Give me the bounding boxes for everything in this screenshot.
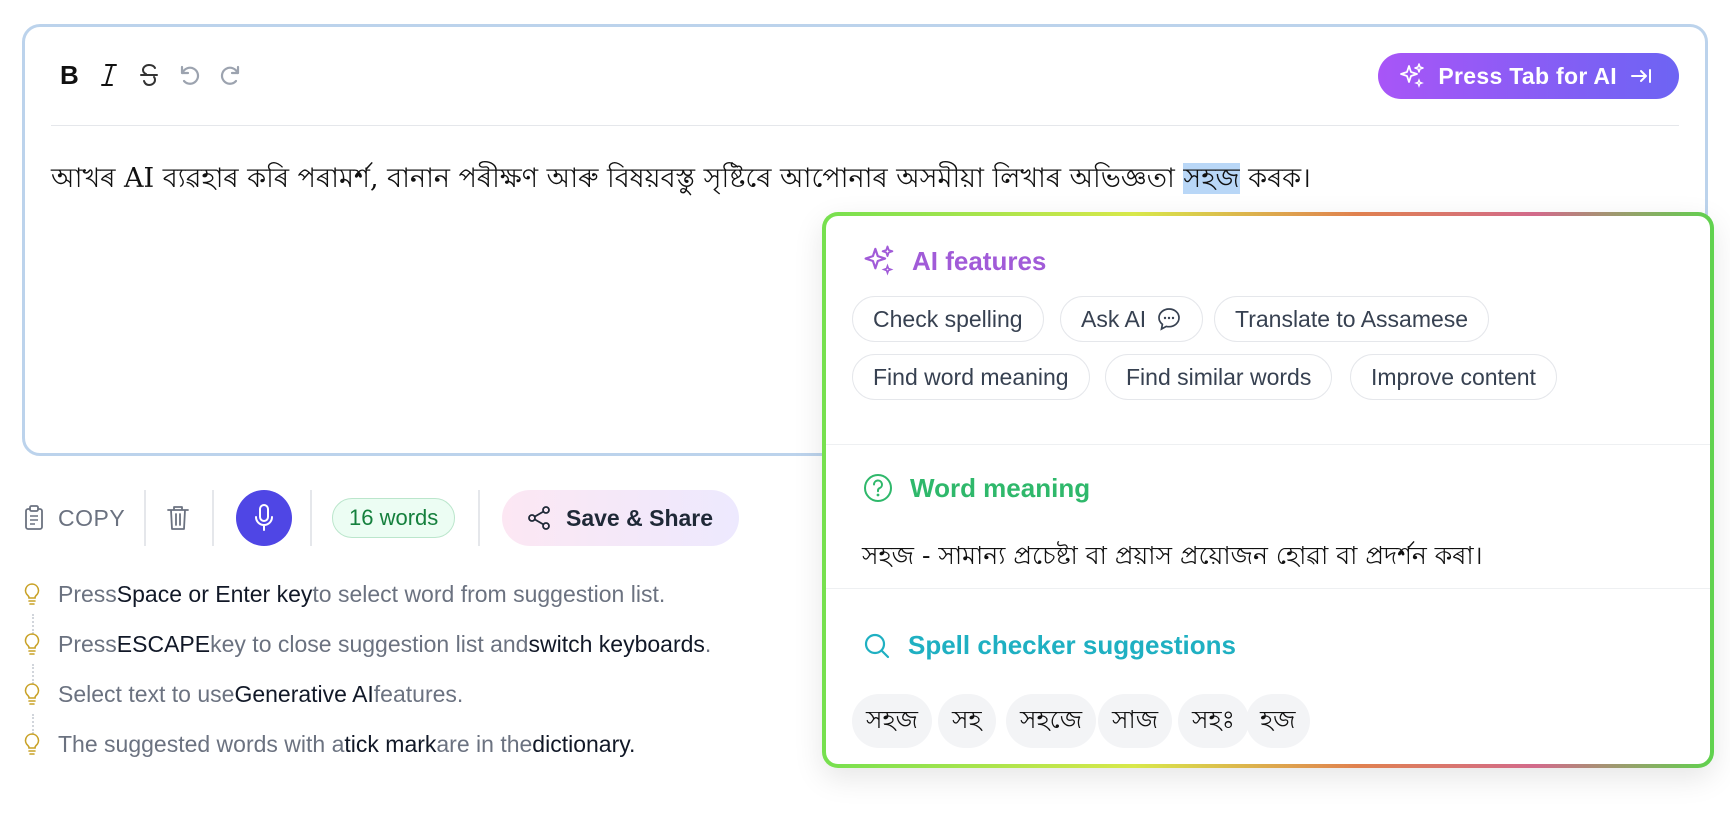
copy-label: COPY (58, 504, 126, 531)
tip-item: Select text to use Generative AI feature… (22, 674, 463, 714)
ai-features-title: AI features (912, 245, 1047, 276)
tip-text: The suggested words with a (58, 730, 345, 757)
suggestion-chip[interactable]: সহ (938, 694, 996, 748)
suggestion-chip[interactable]: হজ (1246, 694, 1310, 748)
ai-features-header: AI features (862, 244, 1046, 278)
ai-suggestion-popup: AI features Check spelling Ask AI Transl… (822, 212, 1714, 768)
tip-text: Press (58, 630, 117, 657)
tip-text: features. (373, 680, 464, 707)
chip-label: Find similar words (1126, 363, 1312, 390)
bold-button[interactable]: B (51, 57, 87, 93)
selected-word[interactable]: সহজ (1183, 163, 1240, 194)
chat-bubble-icon (1158, 308, 1181, 331)
tip-emphasis: dictionary. (532, 730, 636, 757)
search-icon (864, 633, 890, 658)
section-divider (826, 588, 1710, 589)
spell-checker-header: Spell checker suggestions (862, 630, 1236, 661)
press-tab-ai-label: Press Tab for AI (1438, 62, 1617, 89)
clipboard-icon (25, 505, 43, 530)
tip-emphasis: ESCAPE (116, 630, 211, 657)
suggestion-chip[interactable]: সহজ (852, 694, 933, 748)
word-meaning-header: Word meaning (862, 472, 1090, 504)
spell-checker-title: Spell checker suggestions (908, 630, 1237, 660)
lightbulb-icon (24, 583, 40, 605)
copy-button[interactable]: COPY (22, 488, 125, 548)
editor-text-area[interactable]: আখৰ AI ব্যৱহাৰ কৰি পৰামৰ্শ, বানান পৰীক্ষ… (51, 155, 1311, 203)
tip-text: to select word from suggestion list. (312, 580, 666, 607)
redo-button[interactable] (213, 57, 249, 93)
editor-text-after: কৰক। (1239, 163, 1311, 194)
tip-emphasis: Generative AI (234, 680, 374, 707)
word-meaning-title: Word meaning (910, 472, 1091, 503)
tab-arrow-icon (1631, 69, 1651, 83)
tip-text: are in the (436, 730, 533, 757)
strikethrough-icon (140, 63, 158, 87)
save-share-button[interactable]: Save & Share (502, 490, 740, 546)
word-count-container: 16 words (332, 488, 456, 548)
find-word-meaning-chip[interactable]: Find word meaning (852, 354, 1090, 400)
undo-button[interactable] (171, 57, 207, 93)
suggestion-chip[interactable]: সাজ (1098, 694, 1173, 748)
editor-text-before: আখৰ AI ব্যৱহাৰ কৰি পৰামৰ্শ, বানান পৰীক্ষ… (51, 163, 1184, 194)
save-share-label: Save & Share (566, 504, 714, 531)
check-spelling-chip[interactable]: Check spelling (852, 296, 1044, 342)
chip-label: Ask AI (1081, 305, 1147, 332)
find-similar-words-chip[interactable]: Find similar words (1105, 354, 1333, 400)
sparkles-icon (864, 245, 894, 276)
question-circle-icon (864, 474, 892, 502)
word-count-badge: 16 words (332, 498, 456, 538)
lightbulb-icon (24, 733, 40, 755)
tip-emphasis: tick mark (344, 730, 437, 757)
voice-input-button[interactable] (236, 488, 292, 548)
tip-emphasis: switch keyboards (528, 630, 705, 657)
tip-emphasis: Space or Enter key (116, 580, 313, 607)
press-tab-ai-button[interactable]: Press Tab for AI (1378, 53, 1679, 99)
divider (310, 490, 312, 546)
tip-text: key to close suggestion list and (210, 630, 529, 657)
svg-text:B: B (60, 62, 79, 88)
divider (144, 490, 146, 546)
italic-icon (101, 64, 117, 86)
divider (478, 490, 480, 546)
microphone-icon (255, 504, 273, 531)
translate-chip[interactable]: Translate to Assamese (1214, 296, 1490, 342)
bold-icon: B (60, 62, 79, 88)
chip-label: Translate to Assamese (1235, 305, 1469, 332)
suggestion-chip[interactable]: সহঃ (1178, 694, 1249, 748)
italic-button[interactable] (91, 57, 127, 93)
lightbulb-icon (24, 683, 40, 705)
chip-label: Check spelling (873, 305, 1023, 332)
suggestion-chip[interactable]: সহজে (1006, 694, 1097, 748)
chip-label: Improve content (1371, 363, 1536, 390)
undo-icon (180, 65, 200, 85)
word-meaning-text: সহজ - সামান্য প্ৰচেষ্টা বা প্ৰয়াস প্ৰয়… (862, 541, 1483, 570)
trash-icon (167, 506, 189, 530)
improve-content-chip[interactable]: Improve content (1350, 354, 1557, 400)
lightbulb-icon (24, 633, 40, 655)
redo-icon (220, 65, 240, 85)
save-share-container: Save & Share (502, 488, 740, 548)
tip-item: Press Space or Enter key to select word … (22, 574, 665, 614)
mic-circle (236, 490, 292, 546)
tip-text: Press (58, 580, 117, 607)
tip-item: The suggested words with a tick mark are… (22, 724, 635, 764)
tip-text: Select text to use (58, 680, 235, 707)
share-icon (528, 506, 550, 530)
toolbar-divider (51, 125, 1679, 126)
chip-label: Find word meaning (873, 363, 1069, 390)
divider (212, 490, 214, 546)
strikethrough-button[interactable] (131, 57, 167, 93)
section-divider (826, 444, 1710, 445)
ask-ai-chip[interactable]: Ask AI (1060, 296, 1204, 342)
sparkles-icon (1400, 63, 1425, 88)
delete-button[interactable] (164, 488, 192, 548)
editor-actions-bar: COPY 16 words Save & Share (22, 488, 782, 548)
tip-text: . (704, 630, 712, 657)
tip-item: Press ESCAPE key to close suggestion lis… (22, 624, 711, 664)
